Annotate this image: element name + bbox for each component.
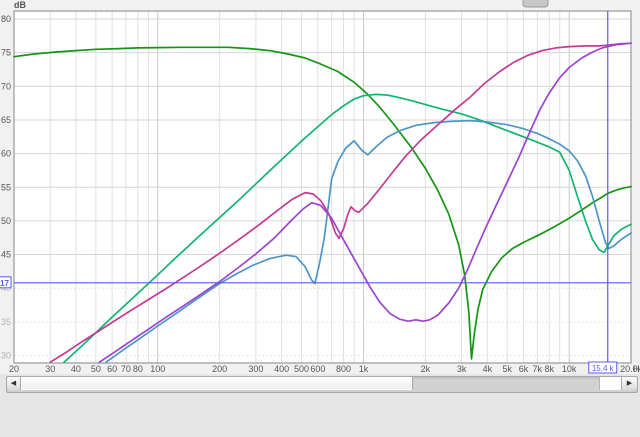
x-axis-tick-label: 60	[107, 364, 117, 374]
bottom-strip: ◀ ▶ ✓ 1: Woofer rojo 54.1 dB ✓ 2: Mid Ba…	[0, 374, 640, 437]
scroll-left-arrow-icon[interactable]: ◀	[7, 377, 21, 390]
x-axis-tick-label: 6k	[519, 364, 529, 374]
x-axis-unit-label: Hz	[633, 364, 640, 374]
x-axis-tick-label: 800	[336, 364, 351, 374]
x-axis-tick-label: 5k	[502, 364, 512, 374]
y-axis-tick-label: 45	[1, 250, 11, 260]
x-axis-tick-label: 2k	[421, 364, 431, 374]
x-axis-tick-label: 70	[121, 364, 131, 374]
x-axis-tick-label: 10k	[562, 364, 577, 374]
frequency-response-chart[interactable]: 8075706560555045403530dB2030405060708010…	[0, 0, 640, 374]
x-axis-tick-label: 3k	[457, 364, 467, 374]
x-axis-tick-label: 50	[91, 364, 101, 374]
x-axis-tick-label: 400	[274, 364, 289, 374]
x-axis-tick-label: 500	[294, 364, 309, 374]
x-axis-tick-label: 100	[150, 364, 165, 374]
y-axis-tick-label: 50	[1, 216, 11, 226]
y-axis-tick-label: 60	[1, 149, 11, 159]
y-axis-unit-label: dB	[14, 0, 26, 10]
y-axis-tick-label: 35	[1, 317, 11, 327]
y-axis-tick-label: 65	[1, 115, 11, 125]
horizontal-scrollbar[interactable]: ◀ ▶	[6, 376, 638, 393]
x-axis-tick-label: 7k	[533, 364, 543, 374]
y-axis-tick-label: 75	[1, 48, 11, 58]
scrollbar-thumb[interactable]	[21, 377, 413, 390]
x-axis-tick-label: 20	[9, 364, 19, 374]
x-axis-tick-label: 200	[212, 364, 227, 374]
cursor-freq-readout: 15.4 k	[592, 364, 615, 373]
y-axis-tick-label: 55	[1, 182, 11, 192]
measurement-app-window: 8075706560555045403530dB2030405060708010…	[0, 0, 640, 437]
y-axis-tick-label: 30	[1, 351, 11, 361]
y-axis-tick-label: 70	[1, 81, 11, 91]
x-axis-tick-label: 8k	[544, 364, 554, 374]
x-axis-tick-label: 30	[45, 364, 55, 374]
cursor-level-readout: 17	[0, 279, 9, 288]
top-edge-button[interactable]	[523, 0, 548, 7]
x-axis-tick-label: 4k	[483, 364, 493, 374]
x-axis-tick-label: 600	[310, 364, 325, 374]
scroll-right-arrow-icon[interactable]: ▶	[621, 377, 637, 390]
x-axis-tick-label: 40	[71, 364, 81, 374]
scrollbar-endcap	[599, 377, 622, 390]
x-axis-tick-label: 300	[248, 364, 263, 374]
x-axis-tick-label: 1k	[359, 364, 369, 374]
y-axis-tick-label: 80	[1, 14, 11, 24]
x-axis-tick-label: 80	[133, 364, 143, 374]
